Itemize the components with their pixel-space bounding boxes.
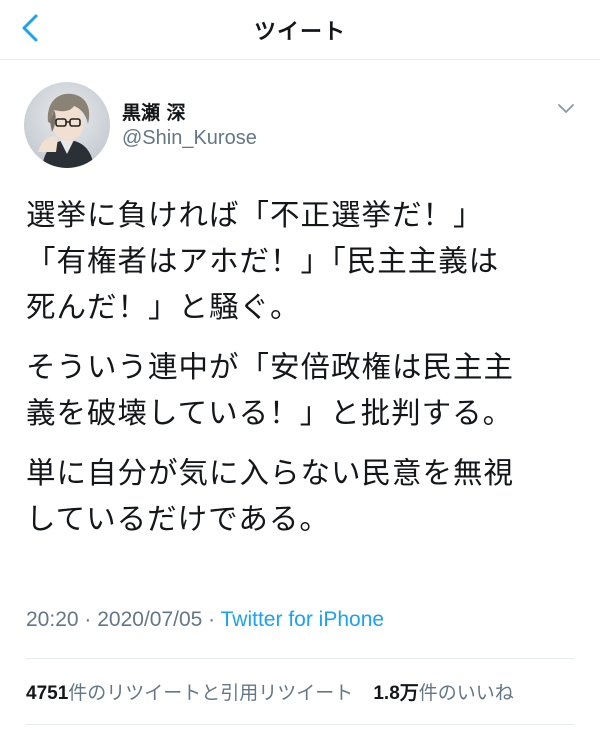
retweets-label: 件のリツイートと引用リツイート bbox=[68, 682, 354, 704]
tweet-date: 2020/07/05 bbox=[97, 608, 203, 631]
tweet-body: 選挙に負ければ「不正選挙だ！」 「有権者はアホだ！」「民主主義は 死んだ！」と騒… bbox=[26, 192, 582, 556]
navigation-bar: ツイート bbox=[0, 0, 600, 60]
tweet-paragraph: そういう連中が「安倍政権は民主主 義を破壊している！」と批判する。 bbox=[26, 350, 515, 430]
page-title: ツイート bbox=[253, 20, 346, 45]
meta-separator: · bbox=[78, 608, 98, 631]
retweets-stat[interactable]: 4751件のリツイートと引用リツイート bbox=[26, 678, 353, 705]
tweet-paragraph: 選挙に負ければ「不正選挙だ！」 「有権者はアホだ！」「民主主義は 死んだ！」と騒… bbox=[26, 198, 500, 324]
likes-count: 1.8万 bbox=[373, 683, 419, 704]
tweet-metadata: 20:20 · 2020/07/05 · Twitter for iPhone bbox=[26, 608, 384, 632]
more-options-button[interactable] bbox=[556, 98, 576, 118]
avatar[interactable] bbox=[24, 82, 110, 168]
likes-stat[interactable]: 1.8万件のいいね bbox=[373, 678, 513, 705]
author-name[interactable]: 黒瀬 深 bbox=[122, 98, 186, 125]
divider bbox=[26, 658, 574, 659]
chevron-down-icon bbox=[558, 104, 574, 113]
divider bbox=[26, 724, 574, 725]
likes-label: 件のいいね bbox=[418, 682, 514, 704]
author-handle[interactable]: @Shin_Kurose bbox=[122, 127, 257, 150]
tweet-source-link[interactable]: Twitter for iPhone bbox=[221, 608, 384, 631]
tweet-stats: 4751件のリツイートと引用リツイート 1.8万件のいいね bbox=[26, 678, 514, 705]
tweet-time: 20:20 bbox=[26, 608, 79, 631]
meta-separator: · bbox=[202, 608, 221, 631]
user-avatar-image bbox=[24, 82, 110, 168]
retweets-count: 4751 bbox=[26, 683, 69, 704]
tweet-paragraph: 単に自分が気に入らない民意を無視 しているだけである。 bbox=[26, 456, 515, 536]
